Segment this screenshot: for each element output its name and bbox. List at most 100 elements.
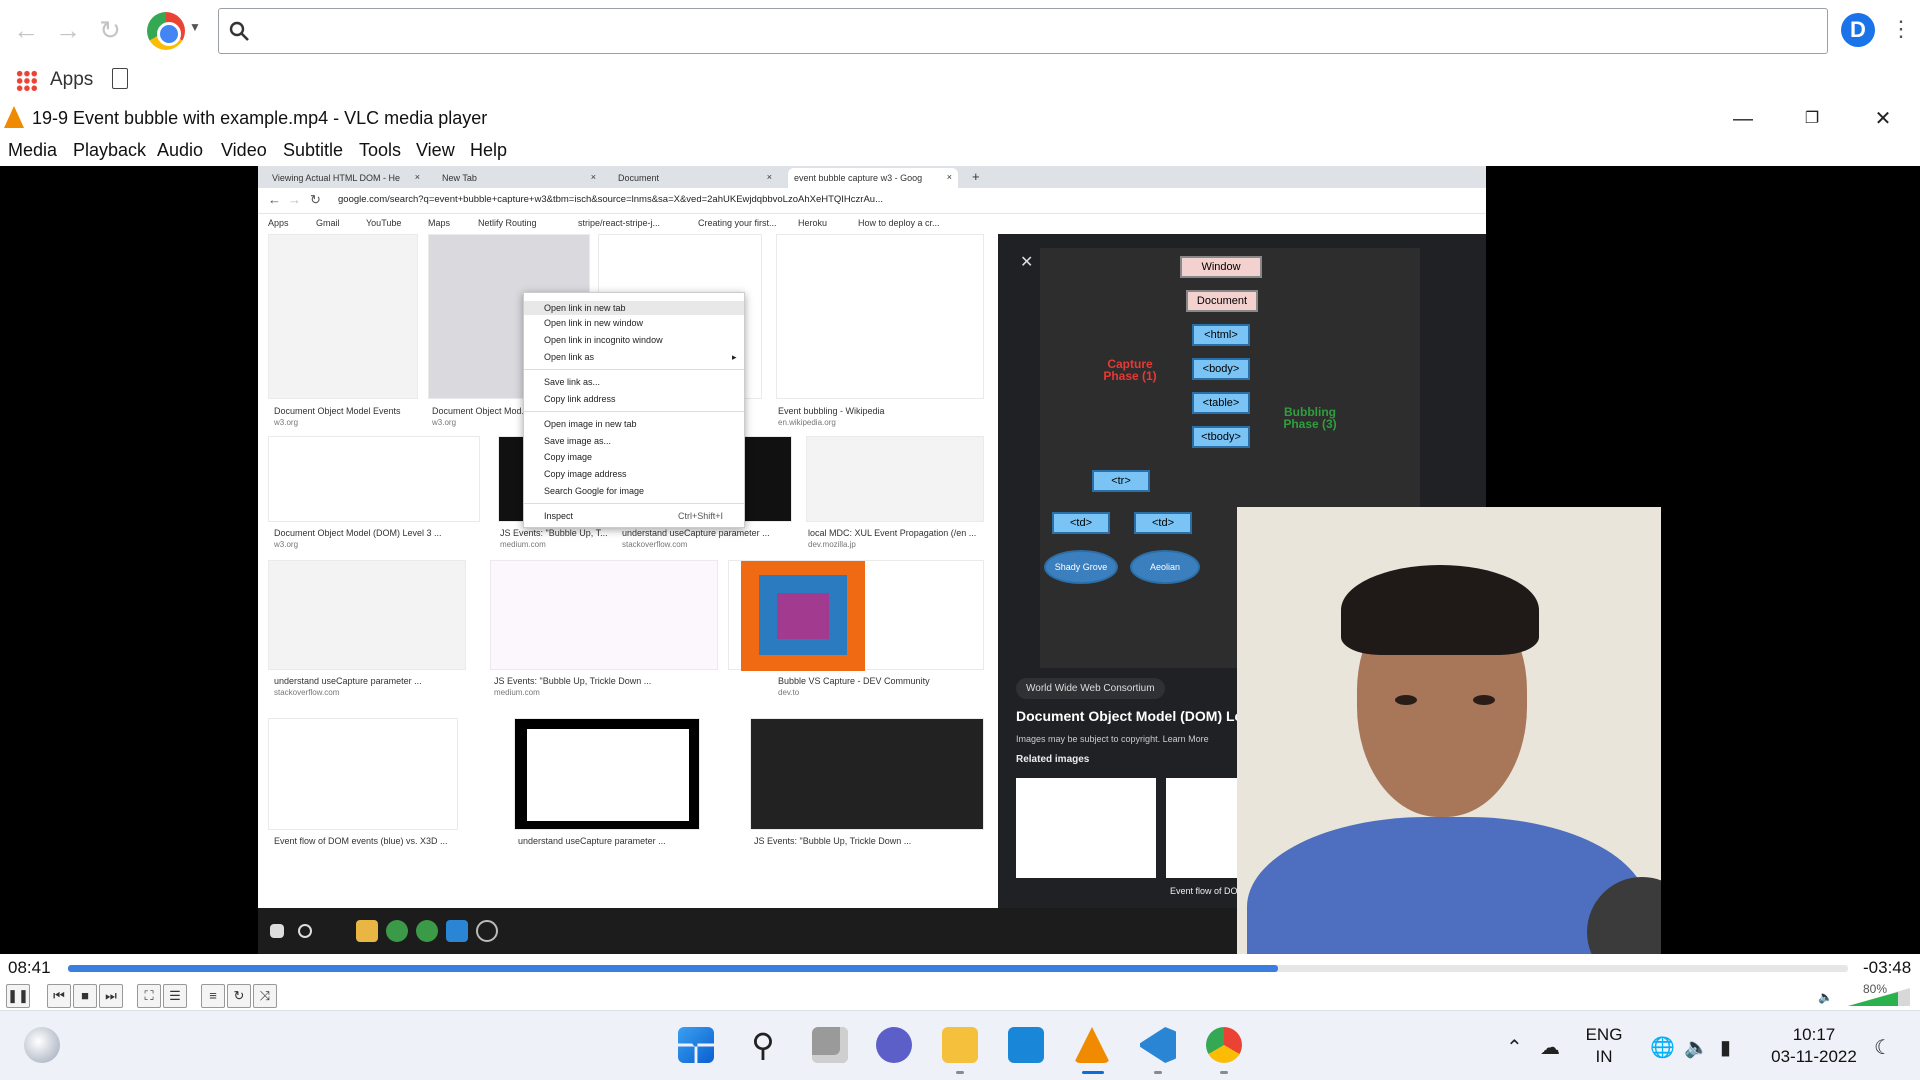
forward-icon[interactable]: → bbox=[52, 14, 84, 46]
menu-media[interactable]: Media bbox=[8, 140, 57, 161]
loop-icon[interactable]: ↻ bbox=[227, 984, 251, 1008]
clock-date[interactable]: 03-11-2022 bbox=[1764, 1047, 1864, 1067]
chevron-down-icon[interactable]: ▼ bbox=[189, 20, 201, 34]
address-bar[interactable] bbox=[218, 8, 1828, 54]
minimize-icon[interactable]: — bbox=[1728, 104, 1758, 134]
chrome-icon[interactable] bbox=[147, 12, 185, 50]
vlc-title-bar: 19-9 Event bubble with example.mp4 - VLC… bbox=[0, 100, 1920, 136]
result-thumbnail bbox=[806, 436, 984, 522]
result-source: medium.com bbox=[494, 688, 540, 697]
context-menu-shortcut: Ctrl+Shift+I bbox=[678, 511, 724, 521]
running-indicator bbox=[1154, 1071, 1162, 1074]
back-icon[interactable]: ← bbox=[10, 14, 42, 46]
thumbnail-graphic bbox=[527, 729, 689, 821]
result-caption: JS Events: "Bubble Up, Trickle Down ... bbox=[754, 836, 912, 846]
network-icon[interactable]: 🌐 bbox=[1650, 1035, 1675, 1060]
bookmark-item: Apps bbox=[268, 218, 289, 228]
bookmark-item: Netlify Routing bbox=[478, 218, 537, 228]
next-icon[interactable]: ⏭ bbox=[99, 984, 123, 1008]
close-icon: × bbox=[590, 172, 596, 182]
language-bottom[interactable]: IN bbox=[1584, 1047, 1624, 1067]
result-caption: understand useCapture parameter ... bbox=[518, 836, 666, 846]
diagram-node: <td> bbox=[1134, 512, 1192, 534]
app-icon bbox=[476, 920, 498, 942]
start-icon[interactable] bbox=[678, 1027, 714, 1063]
menu-help[interactable]: Help bbox=[470, 140, 507, 161]
seek-bar-row: 08:41 -03:48 bbox=[0, 954, 1920, 982]
apps-bookmark[interactable]: Apps bbox=[50, 69, 93, 91]
video-address-bar: ← → ↻ google.com/search?q=event+bubble+c… bbox=[258, 188, 1486, 214]
clock-time[interactable]: 10:17 bbox=[1764, 1025, 1864, 1045]
menu-subtitle[interactable]: Subtitle bbox=[283, 140, 343, 161]
video-tab: New Tab × bbox=[436, 168, 602, 188]
remaining-time[interactable]: -03:48 bbox=[1863, 958, 1911, 978]
context-menu-item: Open link in new tab bbox=[524, 301, 744, 315]
close-icon[interactable]: ✕ bbox=[1868, 104, 1898, 134]
previous-icon[interactable]: ⏮ bbox=[47, 984, 71, 1008]
chevron-up-icon[interactable]: ⌃ bbox=[1506, 1035, 1523, 1060]
bubbling-phase-label: Bubbling Phase (3) bbox=[1283, 405, 1337, 431]
forward-icon: → bbox=[288, 192, 301, 207]
menu-view[interactable]: View bbox=[416, 140, 455, 161]
task-view-icon[interactable] bbox=[812, 1027, 848, 1063]
speaker-icon[interactable]: 🔈 bbox=[1818, 990, 1833, 1004]
result-caption: Bubble VS Capture - DEV Community bbox=[778, 676, 930, 686]
chrome-taskbar-icon[interactable] bbox=[1206, 1027, 1242, 1063]
result-source: dev.mozilla.jp bbox=[808, 540, 856, 549]
volume-label: 80% bbox=[1863, 982, 1888, 996]
context-menu-item: Open image in new tab bbox=[544, 419, 637, 429]
presenter-hair bbox=[1341, 565, 1539, 655]
mail-icon[interactable] bbox=[1008, 1027, 1044, 1063]
seek-slider[interactable] bbox=[68, 965, 1848, 972]
playlist-icon[interactable]: ≡ bbox=[201, 984, 225, 1008]
copyright-note: Images may be subject to copyright. Lear… bbox=[1016, 734, 1209, 744]
chrome-icon bbox=[416, 920, 438, 942]
chat-icon[interactable] bbox=[876, 1027, 912, 1063]
diagram-node: <tbody> bbox=[1192, 426, 1250, 448]
vlc-taskbar-icon[interactable] bbox=[1074, 1027, 1110, 1063]
menu-audio[interactable]: Audio bbox=[157, 140, 203, 161]
language-top[interactable]: ENG bbox=[1584, 1025, 1624, 1045]
bookmark-item: YouTube bbox=[366, 218, 402, 228]
bookmark-item: Gmail bbox=[316, 218, 340, 228]
file-explorer-icon[interactable] bbox=[942, 1027, 978, 1063]
close-icon: ✕ bbox=[1020, 254, 1034, 271]
result-thumbnail bbox=[750, 718, 984, 830]
onedrive-icon[interactable]: ☁ bbox=[1540, 1035, 1560, 1060]
active-indicator bbox=[1082, 1071, 1104, 1074]
close-icon: × bbox=[414, 172, 420, 182]
seek-progress bbox=[68, 965, 1279, 972]
result-source: stackoverflow.com bbox=[274, 688, 340, 697]
more-menu-icon[interactable]: ⋮ bbox=[1890, 16, 1912, 42]
diagram-node: <tr> bbox=[1092, 470, 1150, 492]
page-icon[interactable] bbox=[112, 68, 128, 89]
apps-grid-icon[interactable] bbox=[16, 70, 38, 92]
restore-icon[interactable]: ❐ bbox=[1797, 104, 1827, 134]
menu-playback[interactable]: Playback bbox=[73, 140, 146, 161]
volume-icon[interactable]: 🔈 bbox=[1684, 1035, 1709, 1060]
result-source: w3.org bbox=[274, 540, 299, 549]
stop-icon[interactable]: ■ bbox=[73, 984, 97, 1008]
menu-video[interactable]: Video bbox=[221, 140, 267, 161]
search-icon bbox=[229, 21, 249, 41]
extended-settings-icon[interactable]: ☰ bbox=[163, 984, 187, 1008]
shuffle-icon[interactable]: ⤨ bbox=[253, 984, 277, 1008]
profile-avatar[interactable]: D bbox=[1841, 13, 1875, 47]
diagram-node: Aeolian bbox=[1130, 550, 1200, 584]
preview-title: Document Object Model (DOM) Le bbox=[1016, 708, 1243, 724]
moon-icon[interactable]: ☾ bbox=[1874, 1035, 1892, 1060]
fullscreen-icon[interactable]: ⛶ bbox=[137, 984, 161, 1008]
running-indicator bbox=[956, 1071, 964, 1074]
diagram-node: <td> bbox=[1052, 512, 1110, 534]
weather-icon[interactable] bbox=[24, 1027, 60, 1063]
vscode-icon[interactable] bbox=[1140, 1027, 1176, 1063]
context-menu-item: Inspect bbox=[544, 511, 574, 521]
battery-icon[interactable]: ▮ bbox=[1720, 1035, 1731, 1060]
search-icon[interactable]: ⚲ bbox=[745, 1027, 781, 1063]
result-source: w3.org bbox=[432, 418, 457, 427]
menu-tools[interactable]: Tools bbox=[359, 140, 401, 161]
pause-icon[interactable]: ❚❚ bbox=[6, 984, 30, 1008]
playback-controls: ❚❚ ⏮ ■ ⏭ ⛶ ☰ ≡ ↻ ⤨ 🔈 80% bbox=[0, 982, 1920, 1010]
reload-icon[interactable]: ↻ bbox=[94, 14, 126, 46]
video-area[interactable]: Viewing Actual HTML DOM - He × New Tab × D… bbox=[0, 166, 1920, 954]
